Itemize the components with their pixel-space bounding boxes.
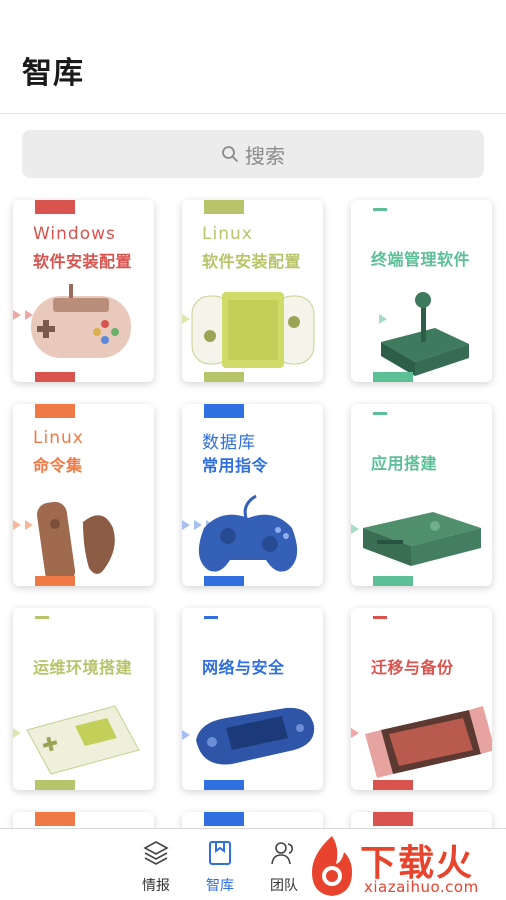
card-foot [35, 780, 75, 790]
card-title: 运维环境搭建 [33, 658, 133, 677]
tab-label: 智库 [206, 878, 234, 894]
arcade-joystick-icon [379, 292, 469, 376]
card-network-security[interactable]: 网络与安全 [182, 608, 323, 790]
card-title: 终端管理软件 [371, 250, 471, 269]
tab-intel[interactable]: 情报 [134, 839, 178, 895]
xbox-console-icon [351, 512, 481, 566]
card-migration-backup[interactable]: 迁移与备份 [351, 608, 492, 790]
card-foot [204, 576, 244, 586]
card-foot [204, 780, 244, 790]
card-foot [204, 372, 244, 382]
card-title: 常用指令 [202, 456, 269, 475]
nintendo-switch-icon [351, 706, 492, 778]
card-foot [35, 372, 75, 382]
snes-controller-icon [13, 284, 131, 358]
card-tab [373, 208, 387, 211]
wii-remote-icon [13, 501, 115, 585]
card-database-commands[interactable]: 数据库 常用指令 [182, 404, 323, 586]
card-tab [35, 404, 75, 418]
card-foot [373, 372, 413, 382]
watermark-url: xiazaihuo.com [364, 878, 479, 896]
card-tab [204, 200, 244, 214]
card-tab [204, 404, 244, 418]
card-tab [373, 812, 413, 826]
tab-label: 情报 [142, 878, 170, 894]
card-foot [373, 780, 413, 790]
card-tab [204, 812, 244, 826]
card-ops-env[interactable]: 运维环境搭建 [13, 608, 154, 790]
card-foot [35, 576, 75, 586]
card-subtitle: Windows [33, 224, 116, 244]
layers-icon [143, 841, 169, 865]
psp-icon [182, 707, 315, 765]
card-subtitle: Linux [202, 224, 253, 244]
card-tab [35, 616, 49, 619]
watermark: 下载火 xiazaihuo.com [300, 832, 506, 900]
card-tab [204, 616, 218, 619]
card-title: 应用搭建 [371, 454, 438, 473]
card-app-setup[interactable]: 应用搭建 [351, 404, 492, 586]
card-foot [373, 576, 413, 586]
handheld-console-icon [182, 292, 315, 368]
card-subtitle: 数据库 [202, 433, 256, 453]
card-tab [373, 616, 387, 619]
team-icon [271, 842, 293, 865]
card-windows-software[interactable]: Windows 软件安装配置 [13, 200, 154, 382]
card-terminal-software[interactable]: 终端管理软件 [351, 200, 492, 382]
card-linux-commands[interactable]: Linux 命令集 [13, 404, 154, 586]
card-tab [373, 412, 387, 415]
card-title: 软件安装配置 [33, 252, 133, 271]
card-tab [35, 812, 75, 826]
tab-library[interactable]: 智库 [198, 839, 242, 895]
card-subtitle: Linux [33, 428, 84, 448]
book-icon [209, 841, 231, 865]
card-title: 迁移与备份 [371, 658, 454, 677]
card-title: 命令集 [33, 456, 83, 475]
card-linux-software[interactable]: Linux 软件安装配置 [182, 200, 323, 382]
card-tab [35, 200, 75, 214]
gameboy-icon [13, 705, 140, 775]
card-title: 软件安装配置 [202, 252, 302, 271]
category-grid: Windows 软件安装配置 Linux 软件安装配置 终端管理软件 Linux… [0, 0, 506, 900]
gamepad-icon [182, 494, 298, 572]
flame-logo-icon [312, 836, 352, 896]
card-title: 网络与安全 [202, 658, 285, 677]
